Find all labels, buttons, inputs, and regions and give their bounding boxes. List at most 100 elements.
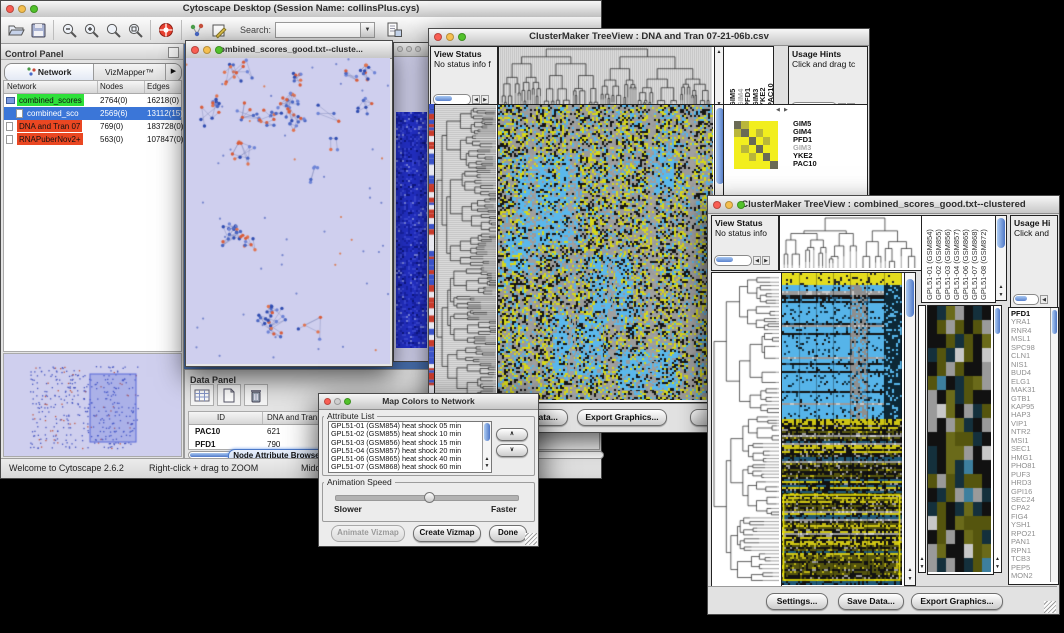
tv2-detail-heatmap-panel[interactable] — [927, 305, 994, 575]
minimize-button[interactable] — [406, 46, 412, 52]
open-folder-icon[interactable] — [5, 20, 27, 40]
tv2-heatmap-vscrollbar[interactable]: ▲▼ — [904, 272, 916, 586]
close-button[interactable] — [6, 5, 14, 13]
tab-overflow-arrow[interactable]: ▶ — [165, 64, 181, 81]
control-panel-title: Control Panel — [1, 49, 64, 59]
matrix-cell — [734, 121, 741, 129]
tab-vizmapper[interactable]: VizMapper™ — [93, 64, 165, 81]
tv1-heatmap-panel[interactable] — [497, 104, 716, 403]
attribute-browser-icon[interactable] — [383, 20, 405, 40]
resize-grip[interactable] — [1044, 601, 1056, 613]
animation-speed-label: Animation Speed — [324, 477, 395, 487]
zoom-selected-icon[interactable] — [124, 20, 146, 40]
main-title-bar[interactable]: Cytoscape Desktop (Session Name: collins… — [1, 1, 601, 18]
tv2-detail-right-scrollbar[interactable]: ▲▼ — [993, 305, 1002, 573]
network-row[interactable]: combined_sco2569(6)13112(15) — [4, 107, 181, 120]
matrix-cell — [741, 153, 748, 161]
minimize-button[interactable] — [18, 5, 26, 13]
zoom-button[interactable] — [415, 46, 421, 52]
scroll-left-icon[interactable]: ◀ — [1040, 295, 1048, 304]
tv2-column-labels-vscrollbar[interactable]: ▲▼ — [995, 215, 1007, 301]
scroll-left-icon[interactable]: ◀ — [472, 95, 480, 104]
zoom-button[interactable] — [30, 5, 38, 13]
tv1-row-tree-panel[interactable] — [434, 104, 499, 403]
new-document-icon[interactable] — [217, 384, 241, 406]
move-down-button[interactable]: ∨ — [496, 444, 528, 457]
scroll-left-icon[interactable]: ◀ — [776, 107, 780, 113]
zoom-in-icon[interactable] — [80, 20, 102, 40]
close-button[interactable] — [191, 46, 199, 54]
animation-speed-slider[interactable] — [335, 495, 519, 501]
tab-network[interactable]: Network — [5, 64, 93, 81]
close-button[interactable] — [324, 398, 331, 405]
create-vizmap-button[interactable]: Create Vizmap — [413, 525, 481, 542]
tv2-status-scrollbar[interactable] — [714, 255, 752, 266]
matrix-cell — [741, 129, 748, 137]
zoom-button[interactable] — [737, 201, 745, 209]
network-row[interactable]: RNAPuberNov2+563(0)107847(0) — [4, 133, 181, 146]
export-graphics-button[interactable]: Export Graphics... — [577, 409, 667, 426]
delete-trash-icon[interactable] — [244, 384, 268, 406]
status-hint-zoom: Right-click + drag to ZOOM — [149, 459, 258, 477]
close-button[interactable] — [713, 201, 721, 209]
zoom-button[interactable] — [344, 398, 351, 405]
minimize-button[interactable] — [446, 33, 454, 41]
search-dropdown-icon[interactable]: ▼ — [361, 22, 375, 38]
tv2-heatmap-panel[interactable] — [781, 272, 905, 588]
slider-thumb[interactable] — [424, 492, 435, 503]
search-input[interactable] — [275, 22, 361, 38]
tv2-column-tree-panel[interactable] — [779, 215, 922, 271]
attribute-table-icon[interactable] — [190, 384, 214, 406]
tv2-hints-scrollbar[interactable] — [1013, 294, 1039, 305]
attribute-item[interactable]: GPL51-07 (GSM868) heat shock 60 min — [329, 463, 491, 471]
network-graph-canvas[interactable] — [186, 58, 390, 364]
minimize-button[interactable] — [725, 201, 733, 209]
row-label[interactable]: PAC10 — [793, 160, 817, 168]
dense-network-canvas[interactable] — [396, 112, 427, 348]
scroll-left-icon[interactable]: ◀ — [753, 256, 761, 265]
attribute-listbox[interactable]: GPL51-01 (GSM854) heat shock 05 minGPL51… — [328, 421, 492, 473]
close-button[interactable] — [397, 46, 403, 52]
minimize-button[interactable] — [203, 46, 211, 54]
birdseye-view-canvas[interactable] — [4, 354, 181, 456]
network-row[interactable]: DNA and Tran 07769(0)183728(0) — [4, 120, 181, 133]
tv2-row-tree-panel[interactable] — [711, 272, 782, 588]
help-icon[interactable] — [155, 20, 177, 40]
network-nodes-count: 769(0) — [100, 120, 123, 133]
network-row[interactable]: combined_scores2764(0)16218(0) — [4, 94, 181, 107]
matrix-cell — [770, 129, 777, 137]
similarity-matrix[interactable] — [734, 121, 778, 169]
close-button[interactable] — [434, 33, 442, 41]
zoom-button[interactable] — [215, 46, 223, 54]
network-overview-panel[interactable] — [3, 353, 182, 457]
tv2-gene-list-vscrollbar[interactable] — [1050, 308, 1058, 582]
annotation-icon[interactable] — [208, 20, 230, 40]
scroll-right-icon[interactable]: ▶ — [784, 107, 788, 113]
animate-vizmap-button[interactable]: Animate Vizmap — [331, 525, 405, 542]
save-icon[interactable] — [27, 20, 49, 40]
search-label: Search: — [240, 25, 271, 35]
attribute-list-vscrollbar[interactable]: ▲▼ — [482, 422, 491, 470]
network-overview-icon[interactable] — [186, 20, 208, 40]
scroll-right-icon[interactable]: ▶ — [481, 95, 489, 104]
save-data-button[interactable]: Save Data... — [838, 593, 904, 610]
settings-button[interactable]: Settings... — [766, 593, 828, 610]
network-table-header[interactable]: Network Nodes Edges — [4, 81, 181, 94]
treeview-window-combined: ClusterMaker TreeView : combined_scores_… — [707, 195, 1060, 615]
move-up-button[interactable]: ∧ — [496, 428, 528, 441]
export-graphics-button[interactable]: Export Graphics... — [911, 593, 1003, 610]
row-id: PAC10 — [195, 425, 220, 438]
tv2-detail-left-scrollbar[interactable]: ▲▼ — [918, 305, 926, 573]
resize-grip[interactable] — [525, 533, 537, 545]
scroll-right-icon[interactable]: ▶ — [762, 256, 770, 265]
minimize-button[interactable] — [334, 398, 341, 405]
zoom-fit-icon[interactable] — [102, 20, 124, 40]
treeview2-title: ClusterMaker TreeView : combined_scores_… — [741, 199, 1025, 210]
tv1-column-tree-panel[interactable] — [498, 46, 715, 110]
done-button[interactable]: Done — [489, 525, 527, 542]
column-label: GIM4 — [736, 49, 744, 107]
float-panel-icon[interactable] — [168, 47, 179, 58]
zoom-out-icon[interactable] — [58, 20, 80, 40]
matrix-cell — [749, 129, 756, 137]
zoom-button[interactable] — [458, 33, 466, 41]
